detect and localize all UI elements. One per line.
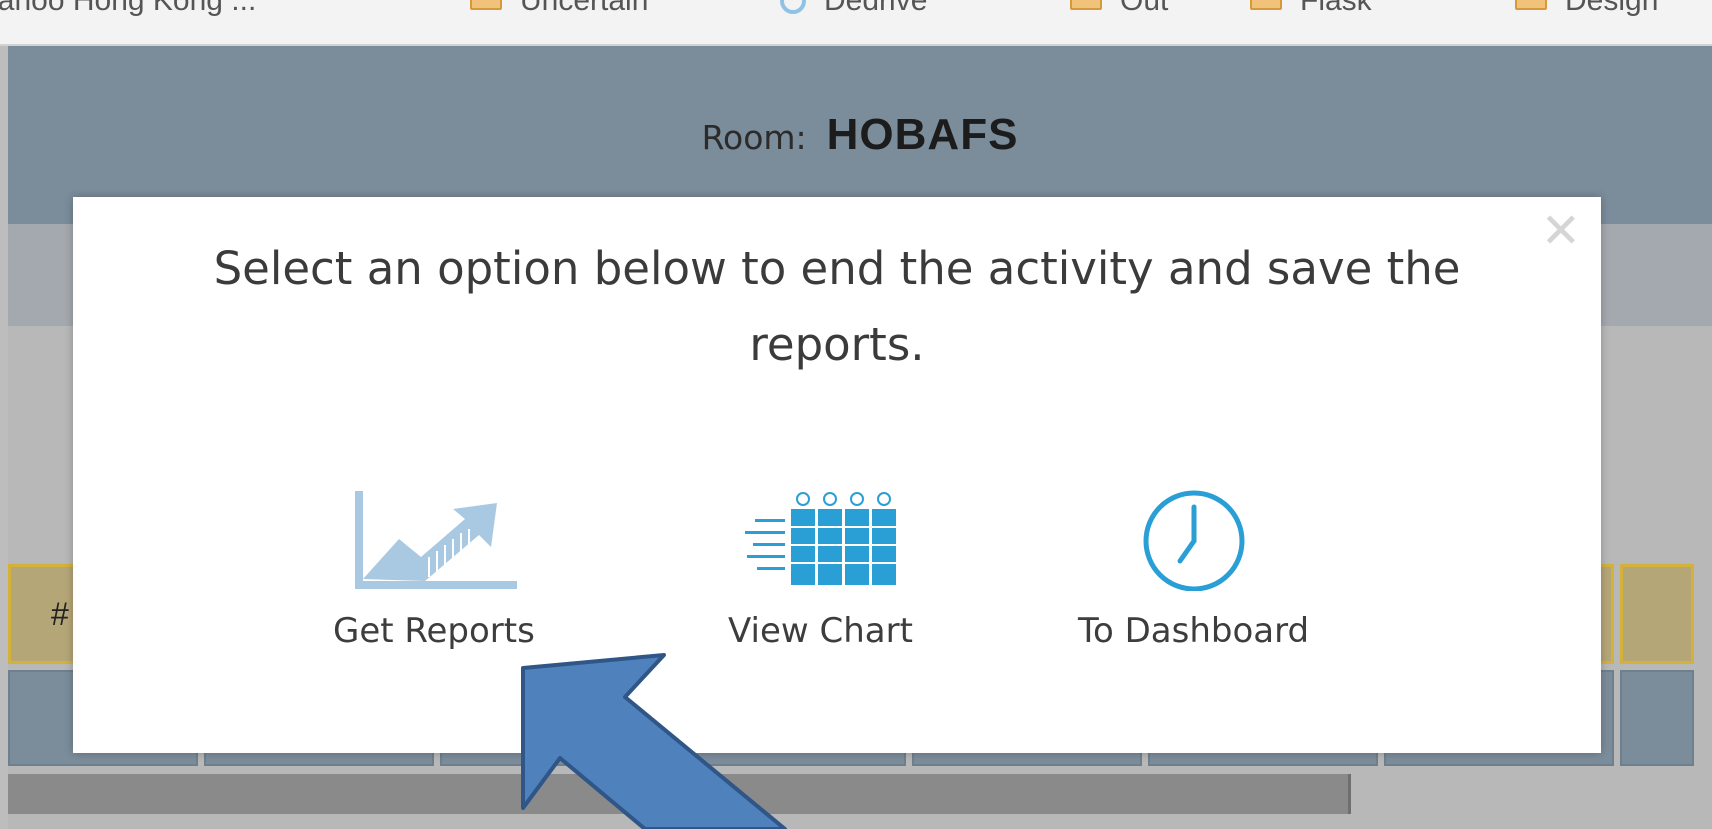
folder-icon	[1515, 0, 1547, 10]
bookmarks-bar: Yahoo Hong Kong ... Uncertain Dedrive Ou…	[0, 0, 1712, 46]
growth-chart-icon	[354, 491, 517, 589]
view-chart-button[interactable]: View Chart	[728, 489, 913, 651]
table-cell	[1620, 670, 1694, 766]
to-dashboard-label: To Dashboard	[1078, 611, 1310, 651]
to-dashboard-button[interactable]: To Dashboard	[1078, 489, 1309, 651]
room-name: HOBAFS	[826, 110, 1019, 159]
bookmark-item[interactable]: Dedrive	[780, 0, 927, 17]
modal-message: Select an option below to end the activi…	[213, 242, 1461, 371]
bookmark-item[interactable]: Flask	[1250, 0, 1372, 17]
gear-icon	[780, 0, 806, 14]
bookmark-item[interactable]: Yahoo Hong Kong ...	[0, 0, 256, 17]
end-activity-modal: ✕ Select an option below to end the acti…	[73, 197, 1601, 753]
get-reports-label: Get Reports	[333, 611, 535, 651]
clock-icon	[1143, 490, 1245, 591]
bookmark-item[interactable]: Uncertain	[470, 0, 648, 17]
bookmark-item[interactable]: Design	[1515, 0, 1658, 17]
horizontal-scrollbar[interactable]	[8, 774, 1351, 814]
room-label: Room:	[701, 118, 807, 157]
column-chart-icon	[745, 492, 897, 585]
folder-icon	[1250, 0, 1282, 10]
view-chart-label: View Chart	[728, 611, 913, 651]
folder-icon	[1070, 0, 1102, 10]
get-reports-button[interactable]: Get Reports	[333, 489, 535, 651]
close-icon[interactable]: ✕	[1541, 207, 1581, 255]
table-header-cell[interactable]	[1620, 564, 1694, 664]
folder-icon	[470, 0, 502, 10]
bookmark-item[interactable]: Out	[1070, 0, 1168, 17]
